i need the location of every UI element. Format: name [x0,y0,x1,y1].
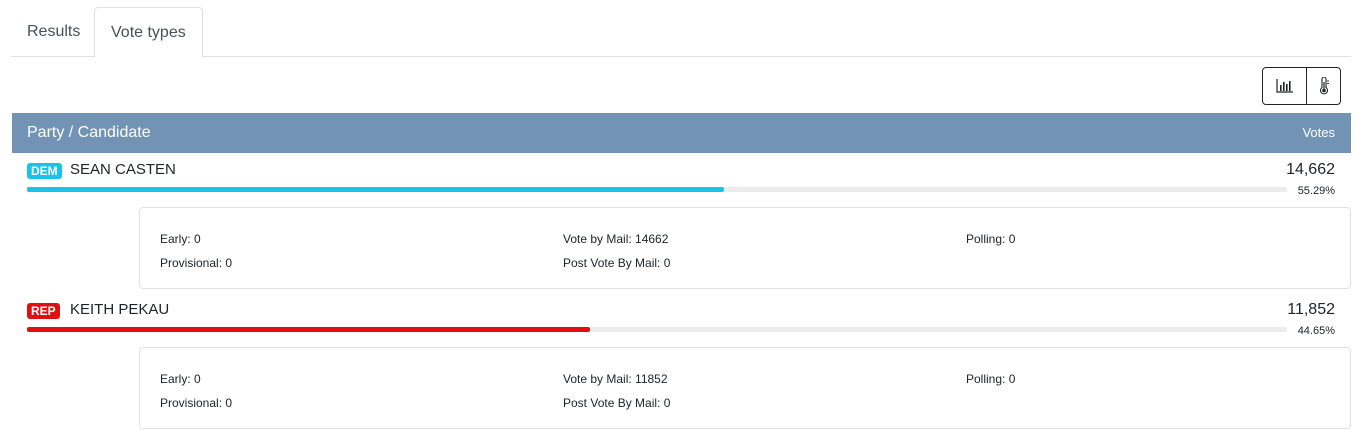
candidate-percent: 55.29% [1297,185,1335,197]
vote-share-fill [27,327,590,332]
thermometer-icon [1319,77,1329,95]
detail-polling: Polling: 0 [966,372,1016,386]
vote-type-details: Early: 0 Vote by Mail: 14662 Polling: 0 … [139,207,1351,289]
thermometer-view-button[interactable] [1306,68,1340,104]
detail-post-vote-by-mail: Post Vote By Mail: 0 [563,396,671,410]
vote-type-details: Early: 0 Vote by Mail: 11852 Polling: 0 … [139,347,1351,429]
tab-vote-types[interactable]: Vote types [94,7,203,58]
detail-provisional: Provisional: 0 [160,396,233,410]
header-party-candidate: Party / Candidate [27,124,151,141]
candidate-row: REP KEITH PEKAU 11,852 44.65% [12,293,1351,347]
tab-results[interactable]: Results [11,7,94,57]
candidate-row: DEM SEAN CASTEN 14,662 55.29% [12,153,1351,207]
detail-vote-by-mail: Vote by Mail: 11852 [563,372,668,386]
bar-chart-view-button[interactable] [1263,68,1306,104]
candidate-votes: 14,662 [1286,161,1335,178]
party-badge: REP [27,303,60,319]
tab-bar: Results Vote types [11,7,1351,58]
view-toggle-group [1262,67,1341,105]
detail-early: Early: 0 [160,372,201,386]
header-votes: Votes [1302,125,1335,140]
vote-share-bar [27,327,1287,332]
vote-share-fill [27,187,724,192]
party-badge: DEM [27,163,62,179]
detail-early: Early: 0 [160,232,201,246]
detail-polling: Polling: 0 [966,232,1016,246]
vote-share-bar [27,187,1287,192]
candidate-name: KEITH PEKAU [70,301,170,318]
detail-post-vote-by-mail: Post Vote By Mail: 0 [563,256,671,270]
candidate-votes: 11,852 [1287,301,1335,318]
detail-provisional: Provisional: 0 [160,256,233,270]
detail-vote-by-mail: Vote by Mail: 14662 [563,232,669,246]
candidate-name: SEAN CASTEN [70,161,176,178]
candidate-percent: 44.65% [1297,325,1335,337]
bar-chart-icon [1275,79,1293,93]
results-table-header: Party / Candidate Votes [12,113,1351,153]
